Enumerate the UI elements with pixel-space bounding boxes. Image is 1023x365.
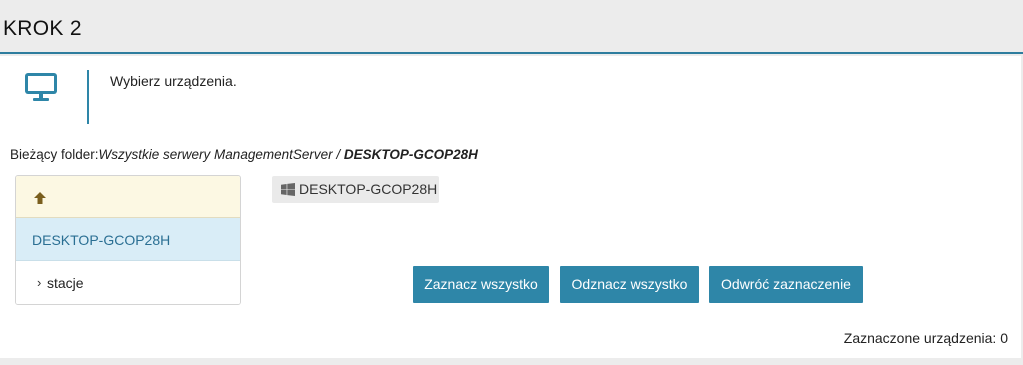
folder-tree: DESKTOP-GCOP28H › stacje xyxy=(15,175,241,305)
breadcrumb-label: Bieżący folder: xyxy=(10,147,99,162)
instruction-text: Wybierz urządzenia. xyxy=(110,73,237,89)
invert-selection-button[interactable]: Odwróć zaznaczenie xyxy=(709,266,863,303)
breadcrumb-current: DESKTOP-GCOP28H xyxy=(343,147,478,162)
tree-item-label: stacje xyxy=(47,275,84,291)
step-title: KROK 2 xyxy=(3,17,82,40)
main-panel: Wybierz urządzenia. Bieżący folder:Wszys… xyxy=(0,56,1021,358)
tree-up-button[interactable] xyxy=(16,176,240,218)
arrow-up-icon xyxy=(34,192,46,204)
device-name: DESKTOP-GCOP28H xyxy=(299,181,438,197)
tree-item-label: DESKTOP-GCOP28H xyxy=(32,232,171,248)
tree-item-selected[interactable]: DESKTOP-GCOP28H xyxy=(16,218,240,261)
chevron-right-icon: › xyxy=(37,275,42,290)
select-all-button[interactable]: Zaznacz wszystko xyxy=(413,266,549,303)
counter-label: Zaznaczone urządzenia: xyxy=(843,330,997,346)
counter-value: 0 xyxy=(1000,330,1008,346)
breadcrumb-path: Wszystkie serwery ManagementServer / xyxy=(98,147,344,162)
deselect-all-button[interactable]: Odznacz wszystko xyxy=(560,266,699,303)
tree-item-stacje[interactable]: › stacje xyxy=(16,261,240,304)
step-header: KROK 2 xyxy=(0,0,1023,54)
breadcrumb: Bieżący folder:Wszystkie serwery Managem… xyxy=(10,147,478,162)
monitor-icon xyxy=(25,73,57,101)
device-tag[interactable]: DESKTOP-GCOP28H xyxy=(272,176,439,203)
instruction-divider xyxy=(87,70,89,124)
selected-devices-counter: Zaznaczone urządzenia: 0 xyxy=(844,330,1008,346)
windows-icon xyxy=(281,183,295,196)
